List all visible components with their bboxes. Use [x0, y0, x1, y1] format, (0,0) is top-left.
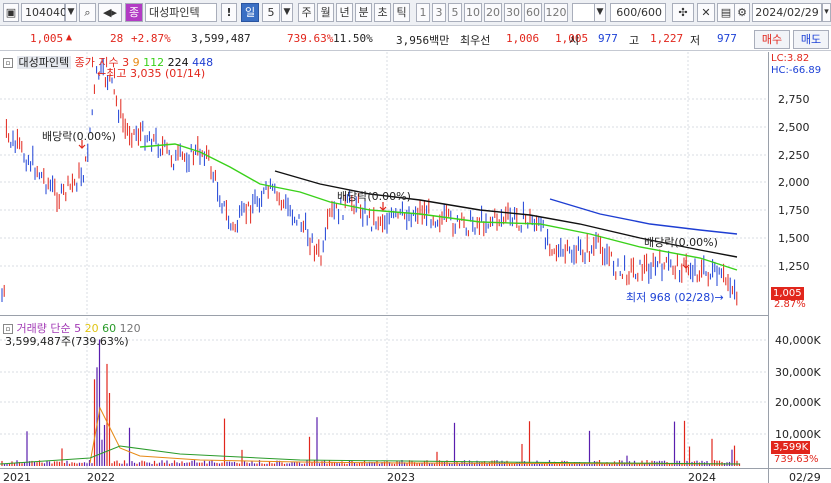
code-dropdown-icon[interactable]: ▼	[65, 3, 77, 22]
interval-5[interactable]: 5	[448, 3, 462, 22]
sell-button[interactable]: 매도	[793, 30, 829, 49]
date-corner-label: 02/29	[789, 471, 821, 483]
low-annotation: 최저 968 (02/28)→	[626, 289, 724, 305]
date-label-2024: 2024	[688, 471, 716, 483]
volume-rate-tag: 739.63%	[774, 454, 819, 465]
volume-rate: 739.63%	[287, 32, 334, 45]
date-label-2023: 2023	[387, 471, 415, 483]
period-dropdown-icon[interactable]: ▼	[281, 3, 293, 22]
period-tab-month[interactable]: 월	[317, 3, 334, 22]
search-icon[interactable]: ⌕	[79, 3, 96, 22]
price-chart-panel[interactable]: ▫ 대성파인텍 종가 지수 3 9 112 224 448 ←최고 3,035 …	[0, 52, 768, 316]
low-label: 저	[690, 34, 701, 47]
interval-dropdown-icon[interactable]: ▼	[594, 3, 606, 22]
period-tab-minute[interactable]: 분	[355, 3, 372, 22]
period-tab-week[interactable]: 주	[298, 3, 315, 22]
best-ask-label: 최우선	[460, 34, 491, 47]
volume-axis-label: 10,000K	[775, 428, 821, 441]
ma-448-line	[549, 198, 738, 235]
high-value: 1,227	[650, 32, 684, 45]
period-tab-second[interactable]: 초	[374, 3, 391, 22]
right-arrow-icon: →	[714, 291, 724, 304]
period-value-field[interactable]: 5	[262, 3, 280, 22]
volume-chart-panel[interactable]: ▫ 거래량 단순 5 20 60 120 3,599,487주(739.63%)	[0, 318, 768, 468]
settings-icon[interactable]: ⚙	[734, 3, 750, 22]
interval-60[interactable]: 60	[524, 3, 542, 22]
dividend-marker-2: 배당락(0.00%)	[337, 190, 411, 203]
high-label: 고	[629, 34, 640, 47]
ma-112-line	[139, 143, 738, 271]
current-rate-tag: 2.87%	[774, 299, 806, 310]
date-axis: 2021 2022 2023 2024	[0, 468, 768, 483]
price-axis[interactable]: LC:3.82 HC:-66.89 2,750 2,500 2,250 2,000 1,…	[768, 52, 831, 468]
interval-1[interactable]: 1	[416, 3, 430, 22]
price-axis-label: 2,500	[778, 121, 810, 134]
chart-toolbar: ▣ 104040 ▼ ⌕ ◀▸ 종 대성파인텍 ! 일 5 ▼ 주 월 년 분 …	[0, 0, 831, 26]
price-axis-label: 1,250	[778, 260, 810, 273]
low-value: 977	[717, 32, 737, 45]
legend-settings-icon[interactable]: ▫	[3, 58, 13, 68]
period-tab-day[interactable]: 일	[241, 3, 259, 22]
current-price: 1,005	[30, 32, 64, 45]
speaker-icon[interactable]: ◀▸	[98, 3, 122, 22]
low-note-text: 최저 968 (02/28)	[626, 291, 715, 304]
best-ask-value: 1,006	[506, 32, 540, 45]
alert-icon[interactable]: !	[221, 3, 237, 22]
quote-bar: 1,005 ▲ 28 +2.87% 3,599,487 739.63% 11.5…	[0, 27, 831, 51]
dividend-marker-1: 배당락(0.00%)	[42, 130, 116, 143]
date-field[interactable]: 2024/02/29	[752, 3, 822, 22]
hc-label: HC:-66.89	[771, 65, 822, 76]
save-icon[interactable]: ▤	[717, 3, 735, 22]
trade-amount: 3,956백만	[396, 34, 450, 47]
count-field[interactable]: 600/600	[610, 3, 666, 22]
price-axis-label: 1,750	[778, 204, 810, 217]
vol-ma-20-line	[89, 406, 741, 465]
open-value: 977	[598, 32, 618, 45]
lc-label: LC:3.82	[771, 53, 810, 64]
stock-name-field[interactable]: 대성파인텍	[145, 3, 217, 22]
tools-icon[interactable]: ✣	[672, 3, 694, 22]
high-annotation: ←최고 3,035 (01/14)	[97, 65, 205, 81]
date-label-2022: 2022	[87, 471, 115, 483]
change-value: 28	[110, 32, 124, 45]
volume-note: 3,599,487주(739.63%)	[5, 335, 129, 348]
volume-axis-label: 30,000K	[775, 366, 821, 379]
high-note-text: 최고 3,035 (01/14)	[106, 67, 206, 80]
price-chart[interactable]	[0, 52, 768, 316]
current-volume-tag: 3,599K	[771, 441, 811, 454]
draw-icon[interactable]: ✕	[697, 3, 715, 22]
price-axis-label: 2,250	[778, 149, 810, 162]
volume-axis-label: 20,000K	[775, 396, 821, 409]
interval-20[interactable]: 20	[484, 3, 502, 22]
stock-code-input[interactable]: 104040	[21, 3, 67, 22]
date-cursor-readout: 02/29	[768, 468, 831, 483]
price-axis-label: 2,000	[778, 176, 810, 189]
interval-30[interactable]: 30	[504, 3, 522, 22]
period-tab-year[interactable]: 년	[336, 3, 353, 22]
date-label-2021: 2021	[3, 471, 31, 483]
up-arrow-icon: ▲	[66, 32, 73, 43]
buy-button[interactable]: 매수	[754, 30, 790, 49]
stock-type-badge: 종	[125, 3, 143, 22]
period-tab-tick[interactable]: 틱	[393, 3, 410, 22]
change-rate: +2.87%	[131, 32, 171, 45]
dividend-marker-3: 배당락(0.00%)	[644, 236, 718, 249]
date-picker-icon[interactable]: ▾	[822, 3, 831, 22]
volume-axis-label: 40,000K	[775, 334, 821, 347]
price-axis-label: 1,500	[778, 232, 810, 245]
open-label: 시	[569, 34, 580, 47]
interval-3[interactable]: 3	[432, 3, 446, 22]
price-axis-label: 2,750	[778, 93, 810, 106]
volume-value: 3,599,487	[191, 32, 251, 45]
left-arrow-icon: ←	[97, 67, 107, 80]
interval-120[interactable]: 120	[544, 3, 568, 22]
turnover-rate: 11.50%	[333, 32, 373, 45]
legend-stock-name: 대성파인텍	[16, 56, 72, 69]
interval-10[interactable]: 10	[464, 3, 482, 22]
layout-icon[interactable]: ▣	[3, 3, 19, 22]
